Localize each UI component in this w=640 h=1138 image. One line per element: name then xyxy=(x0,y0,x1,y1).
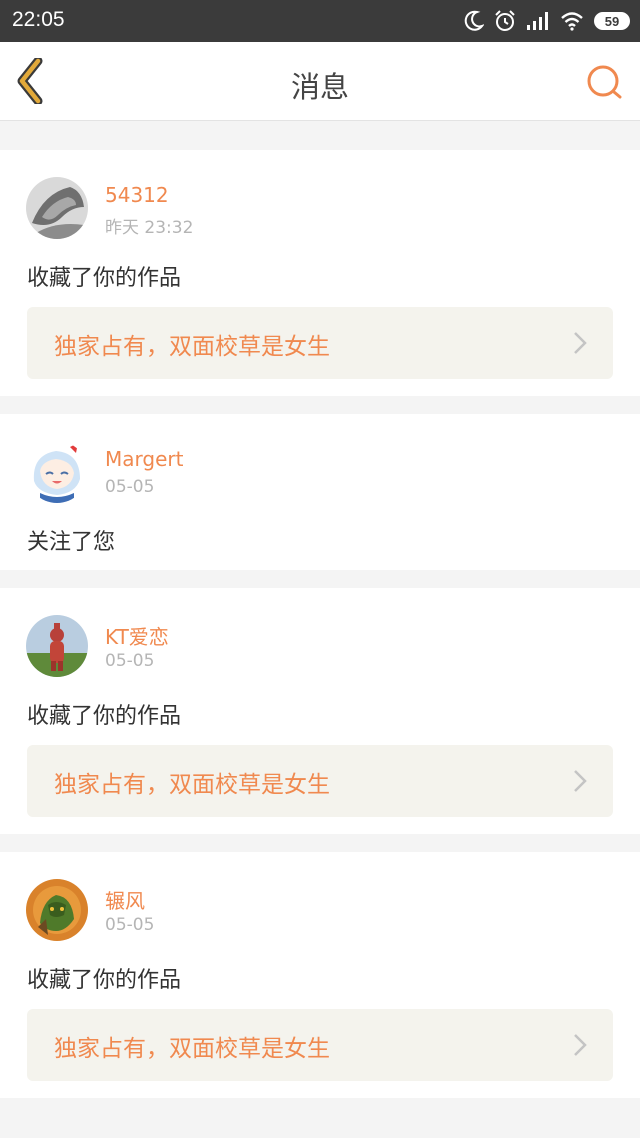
work-title: 独家占有，双面校草是女生 xyxy=(54,1036,330,1062)
chevron-right-icon xyxy=(574,332,587,354)
message-action: 关注了您 xyxy=(27,530,116,555)
chevron-right-icon xyxy=(574,1034,587,1056)
avatar[interactable] xyxy=(26,879,88,941)
message-time: 05-05 xyxy=(105,915,155,935)
username[interactable]: 54312 xyxy=(105,183,169,207)
work-link[interactable]: 独家占有，双面校草是女生 xyxy=(27,745,613,817)
username[interactable]: KT爱恋 xyxy=(105,621,169,650)
page-title: 消息 xyxy=(290,70,349,104)
wifi-icon xyxy=(561,12,583,31)
status-bar: 22:05 59 xyxy=(0,0,640,42)
message-card: 辗风 05-05 收藏了你的作品 独家占有，双面校草是女生 xyxy=(0,852,640,1098)
message-card: 54312 昨天 23:32 收藏了你的作品 独家占有，双面校草是女生 xyxy=(0,150,640,396)
alarm-icon xyxy=(495,10,515,31)
work-title: 独家占有，双面校草是女生 xyxy=(54,772,330,798)
message-action: 收藏了你的作品 xyxy=(27,704,182,729)
status-icons: 59 xyxy=(464,8,630,34)
search-icon xyxy=(587,65,622,99)
username[interactable]: 辗风 xyxy=(105,885,145,914)
work-link[interactable]: 独家占有，双面校草是女生 xyxy=(27,307,613,379)
work-title: 独家占有，双面校草是女生 xyxy=(54,334,330,360)
moon-icon xyxy=(464,10,484,31)
avatar[interactable] xyxy=(26,441,88,503)
message-time: 昨天 23:32 xyxy=(105,218,194,238)
message-time: 05-05 xyxy=(105,477,155,497)
username[interactable]: Margert xyxy=(105,447,183,471)
nav-bar: 消息 xyxy=(0,42,640,121)
message-action: 收藏了你的作品 xyxy=(27,266,182,291)
signal-icon xyxy=(527,12,548,30)
message-time: 05-05 xyxy=(105,651,155,671)
work-link[interactable]: 独家占有，双面校草是女生 xyxy=(27,1009,613,1081)
message-action: 收藏了你的作品 xyxy=(27,968,182,993)
message-card: Margert 05-05 关注了您 xyxy=(0,414,640,570)
status-time: 22:05 xyxy=(12,8,65,31)
chevron-right-icon xyxy=(574,770,587,792)
battery-icon: 59 xyxy=(594,12,630,30)
message-card: KT爱恋 05-05 收藏了你的作品 独家占有，双面校草是女生 xyxy=(0,588,640,834)
avatar[interactable] xyxy=(26,615,88,677)
search-button[interactable] xyxy=(584,62,624,102)
avatar[interactable] xyxy=(26,177,88,239)
